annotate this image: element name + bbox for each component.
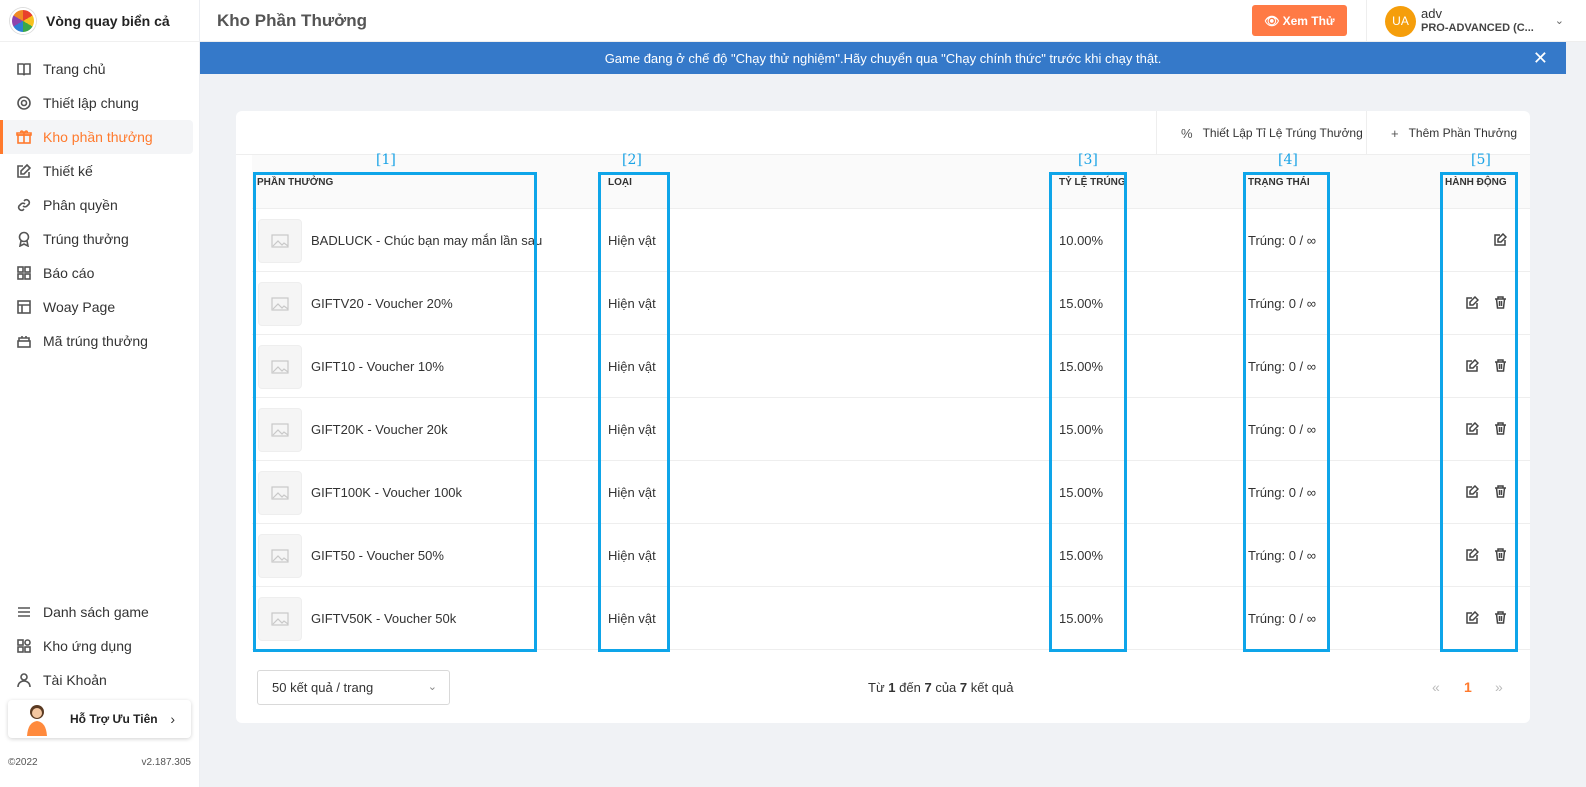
sidebar-item-label: Phân quyền [43, 197, 118, 213]
avatar: UA [1385, 5, 1416, 37]
cake-icon [17, 336, 31, 348]
sidebar-item-1[interactable]: Thiết lập chung [0, 86, 193, 120]
pagination-mid2: của [935, 680, 957, 695]
sidebar-item-0[interactable]: Danh sách game [0, 595, 194, 629]
sidebar: Vòng quay biển cả Trang chủ Thiết lập chu… [0, 0, 200, 787]
prev-page-button[interactable]: « [1432, 679, 1440, 695]
pagination-mid1: đến [899, 680, 921, 695]
sidebar-item-label: Mã trúng thưởng [43, 333, 148, 349]
pagination-total: 7 [959, 680, 968, 695]
page-1-button[interactable]: 1 [1464, 679, 1472, 695]
award-icon [18, 231, 30, 247]
chevron-right-icon: › [170, 711, 175, 727]
chevron-down-icon: ⌄ [427, 681, 437, 693]
percent-icon: % [1181, 125, 1193, 141]
page-title: Kho Phần Thưởng [217, 10, 367, 30]
app-logo-row[interactable]: Vòng quay biển cả [0, 0, 199, 42]
banner-text: Game đang ở chế độ "Chạy thử nghiệm".Hãy… [604, 50, 1162, 66]
sidebar-item-6[interactable]: Báo cáo [0, 256, 193, 290]
plus-icon: + [1391, 125, 1399, 141]
pagination-suffix: kết quả [970, 680, 1014, 695]
app-version: v2.187.305 [141, 757, 192, 768]
sidebar-item-8[interactable]: Mã trúng thưởng [0, 324, 193, 358]
menu-icon [18, 607, 30, 617]
pagination-prefix: Từ [868, 680, 885, 695]
sidebar-item-7[interactable]: Woay Page [0, 290, 193, 324]
user-menu[interactable]: UA adv PRO-ADVANCED (C... ⌄ [1366, 0, 1586, 42]
chevron-down-icon: ⌄ [1554, 15, 1564, 27]
edit-icon [17, 163, 32, 178]
sidebar-item-label: Trúng thưởng [43, 231, 129, 247]
app-name: Vòng quay biển cả [46, 12, 170, 29]
sidebar-item-1[interactable]: Kho ứng dụng [0, 629, 194, 663]
user-info: adv PRO-ADVANCED (C... [1421, 6, 1534, 36]
sidebar-item-2[interactable]: Kho phần thưởng [0, 120, 193, 154]
sidebar-item-label: Tài Khoản [43, 672, 107, 688]
priority-support-button[interactable]: Hỗ Trợ Ưu Tiên › [8, 700, 191, 738]
eye-icon: 👁 [1264, 13, 1280, 28]
card-toolbar: % Thiết Lập Tỉ Lệ Trúng Thưởng + Thêm Ph… [236, 111, 1530, 155]
sidebar-item-4[interactable]: Phân quyền [0, 188, 193, 222]
gift-icon [16, 130, 32, 144]
top-header: Kho Phần Thưởng 👁 Xem Thử UA adv PRO-ADV… [200, 0, 1586, 42]
support-agent-icon [27, 705, 47, 736]
sidebar-footer: ©2022 v2.187.305 [8, 757, 191, 768]
highlight-box-1 [253, 172, 537, 652]
book-icon [17, 63, 31, 76]
pagination-bar: 50 kết quả / trang ⌄ Từ 1 đến 7 của 7 kế… [236, 670, 1530, 710]
sidebar-item-label: Kho phần thưởng [43, 129, 153, 145]
annotation-label-4: [4] [1278, 152, 1298, 168]
sidebar-item-label: Báo cáo [43, 265, 95, 281]
set-win-rate-label: Thiết Lập Tỉ Lệ Trúng Thưởng [1202, 126, 1363, 140]
add-reward-button[interactable]: + Thêm Phần Thưởng [1366, 111, 1530, 155]
pagination-from: 1 [888, 680, 896, 695]
highlight-box-4 [1243, 172, 1330, 652]
user-plan: PRO-ADVANCED (C... [1421, 22, 1534, 34]
preview-label: Xem Thử [1282, 13, 1335, 28]
next-page-button[interactable]: » [1495, 679, 1503, 695]
annotation-label-5: [5] [1471, 152, 1491, 168]
support-label: Hỗ Trợ Ưu Tiên [70, 712, 158, 726]
set-win-rate-button[interactable]: % Thiết Lập Tỉ Lệ Trúng Thưởng [1156, 111, 1366, 155]
highlight-box-2 [598, 172, 670, 652]
pagination-to: 7 [924, 680, 932, 695]
annotation-label-2: [2] [622, 152, 642, 168]
sidebar-nav: Trang chủ Thiết lập chung Kho phần thưởng T… [0, 52, 199, 358]
close-icon[interactable]: ✕ [1533, 49, 1548, 67]
sidebar-item-label: Woay Page [43, 299, 116, 315]
sidebar-item-3[interactable]: Thiết kế [0, 154, 193, 188]
layout-icon [17, 300, 31, 314]
scrollbar[interactable] [1566, 42, 1586, 787]
gear-icon [17, 96, 31, 110]
sidebar-item-label: Thiết lập chung [43, 95, 139, 111]
sidebar-item-label: Danh sách game [43, 604, 149, 620]
annotation-label-1: [1] [376, 152, 396, 168]
preview-button[interactable]: 👁 Xem Thử [1252, 5, 1347, 36]
pagination-info: Từ 1 đến 7 của 7 kết quả [868, 680, 1013, 695]
sidebar-bottom-nav: Danh sách game Kho ứng dụng Tài Khoản [0, 595, 200, 697]
highlight-box-3 [1049, 172, 1127, 652]
highlight-box-5 [1440, 172, 1518, 652]
app-logo-icon [10, 7, 36, 34]
sidebar-item-label: Kho ứng dụng [43, 638, 132, 654]
sidebar-item-0[interactable]: Trang chủ [0, 52, 193, 86]
annotation-label-3: [3] [1078, 152, 1098, 168]
test-mode-banner: Game đang ở chế độ "Chạy thử nghiệm".Hãy… [200, 42, 1566, 74]
sidebar-item-2[interactable]: Tài Khoản [0, 663, 194, 697]
add-reward-label: Thêm Phần Thưởng [1408, 126, 1517, 140]
page-size-value: 50 kết quả / trang [272, 680, 374, 695]
link-icon [17, 198, 31, 212]
user-name: adv [1421, 6, 1442, 21]
grid-icon [17, 266, 31, 280]
sidebar-item-label: Thiết kế [43, 163, 93, 179]
user-icon [17, 673, 31, 688]
apps-icon [17, 639, 31, 653]
copyright: ©2022 [8, 757, 38, 768]
page-size-select[interactable]: 50 kết quả / trang ⌄ [257, 670, 450, 705]
sidebar-item-label: Trang chủ [43, 61, 106, 77]
sidebar-item-5[interactable]: Trúng thưởng [0, 222, 193, 256]
